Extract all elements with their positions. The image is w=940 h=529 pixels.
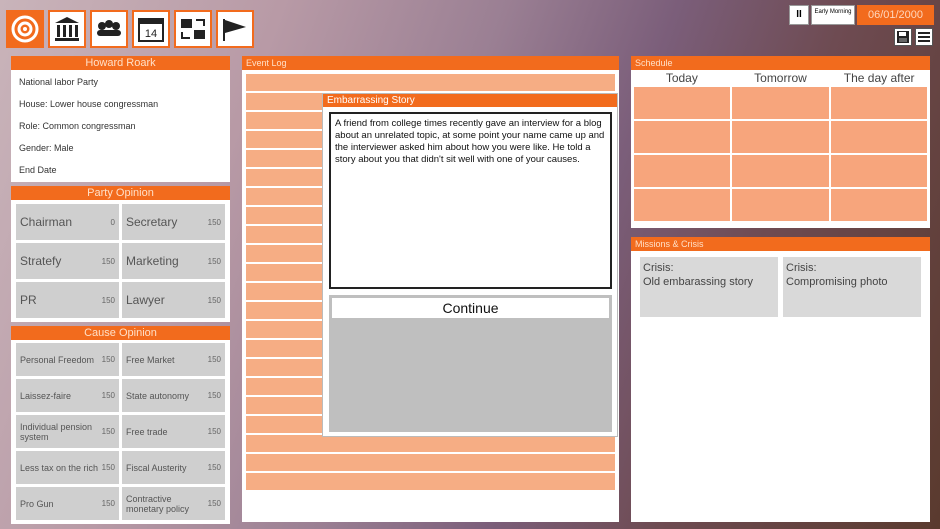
missions-title: Missions & Crisis [631, 237, 930, 251]
politician-panel: Howard Roark National labor Party House:… [11, 56, 230, 182]
log-row [246, 74, 615, 91]
schedule-header-tomorrow: Tomorrow [754, 71, 807, 85]
toolbar-flag-button[interactable] [216, 10, 254, 48]
opinion-cell: Marketing 150 [122, 243, 225, 279]
log-row [246, 435, 615, 452]
opinion-cell: Lawyer 150 [122, 282, 225, 318]
missions-panel: Missions & Crisis Crisis: Old embarassin… [631, 237, 930, 522]
continue-button[interactable]: Continue [332, 298, 609, 318]
cause-cell: Free trade 150 [122, 415, 225, 448]
cause-cell: Laissez-faire 150 [16, 379, 119, 412]
event-log-title: Event Log [242, 56, 619, 70]
party-opinion-title: Party Opinion [11, 186, 230, 200]
schedule-slot[interactable] [830, 155, 927, 187]
log-row [246, 454, 615, 471]
time-period: Early Morning [811, 5, 855, 25]
party-line: National labor Party [19, 77, 99, 87]
save-icon [897, 31, 909, 43]
cause-cell: Less tax on the rich 150 [16, 451, 119, 484]
menu-button[interactable] [915, 28, 933, 46]
cause-cell: Fiscal Austerity 150 [122, 451, 225, 484]
cause-cell: Individual pension system 150 [16, 415, 119, 448]
party-opinion-panel: Party Opinion Chairman 0 Secretary 150 Str… [11, 186, 230, 322]
flag-icon [223, 19, 246, 41]
schedule-slot[interactable] [634, 155, 731, 187]
schedule-header-day-after: The day after [843, 71, 915, 85]
cause-cell: Personal Freedom 150 [16, 343, 119, 376]
schedule-slot[interactable] [634, 189, 731, 221]
crisis-card[interactable]: Crisis: Compromising photo [783, 257, 921, 317]
cause-opinion-panel: Cause Opinion Personal Freedom 150 Free M… [11, 326, 230, 524]
cause-cell: Pro Gun 150 [16, 487, 119, 520]
schedule-slot[interactable] [830, 121, 927, 153]
toolbar-target-button[interactable] [6, 10, 44, 48]
time-controls: II Early Morning 06/01/2000 [789, 5, 934, 25]
people-icon [97, 20, 121, 36]
schedule-slot[interactable] [732, 87, 829, 119]
opinion-cell: Stratefy 150 [16, 243, 119, 279]
crisis-kind: Crisis: [643, 262, 674, 274]
gender-line: Gender: Male [19, 143, 74, 153]
menu-icon [918, 32, 930, 42]
dialog-text: A friend from college times recently gav… [329, 112, 612, 289]
crisis-card[interactable]: Crisis: Old embarassing story [640, 257, 778, 317]
pause-button[interactable]: II [789, 5, 809, 25]
schedule-slot[interactable] [830, 87, 927, 119]
end-date-line: End Date [19, 165, 57, 175]
toolbar-people-button[interactable] [90, 10, 128, 48]
opinion-cell: Secretary 150 [122, 204, 225, 240]
cause-opinion-title: Cause Opinion [11, 326, 230, 340]
cause-cell: Free Market 150 [122, 343, 225, 376]
toolbar-government-button[interactable] [48, 10, 86, 48]
date-display: 06/01/2000 [857, 5, 934, 25]
save-button[interactable] [894, 28, 912, 46]
opinion-cell: Chairman 0 [16, 204, 119, 240]
event-dialog: Embarrassing Story A friend from college… [322, 93, 618, 437]
cause-cell: State autonomy 150 [122, 379, 225, 412]
politician-name: Howard Roark [11, 56, 230, 70]
schedule-title: Schedule [631, 56, 930, 70]
schedule-slot[interactable] [830, 189, 927, 221]
target-icon [11, 15, 39, 43]
opinion-cell: PR 150 [16, 282, 119, 318]
schedule-slot[interactable] [634, 87, 731, 119]
dialog-actions: Continue [329, 295, 612, 432]
schedule-panel: Schedule Today Tomorrow The day after [631, 56, 930, 228]
trade-icon [181, 19, 205, 39]
toolbar-trade-button[interactable] [174, 10, 212, 48]
schedule-slot[interactable] [732, 189, 829, 221]
house-line: House: Lower house congressman [19, 99, 159, 109]
crisis-name: Compromising photo [786, 276, 888, 288]
cause-cell: Contractive monetary policy 150 [122, 487, 225, 520]
crisis-name: Old embarassing story [643, 276, 754, 288]
dialog-title: Embarrassing Story [323, 94, 617, 107]
schedule-header-today: Today [665, 71, 698, 85]
crisis-kind: Crisis: [786, 262, 817, 274]
role-line: Role: Common congressman [19, 121, 136, 131]
calendar-icon: 14 [138, 18, 164, 42]
schedule-slot[interactable] [732, 155, 829, 187]
log-row [246, 473, 615, 490]
government-icon [55, 17, 79, 41]
toolbar-calendar-button[interactable]: 14 [132, 10, 170, 48]
schedule-slot[interactable] [634, 121, 731, 153]
svg-text:14: 14 [145, 28, 157, 40]
schedule-slot[interactable] [732, 121, 829, 153]
